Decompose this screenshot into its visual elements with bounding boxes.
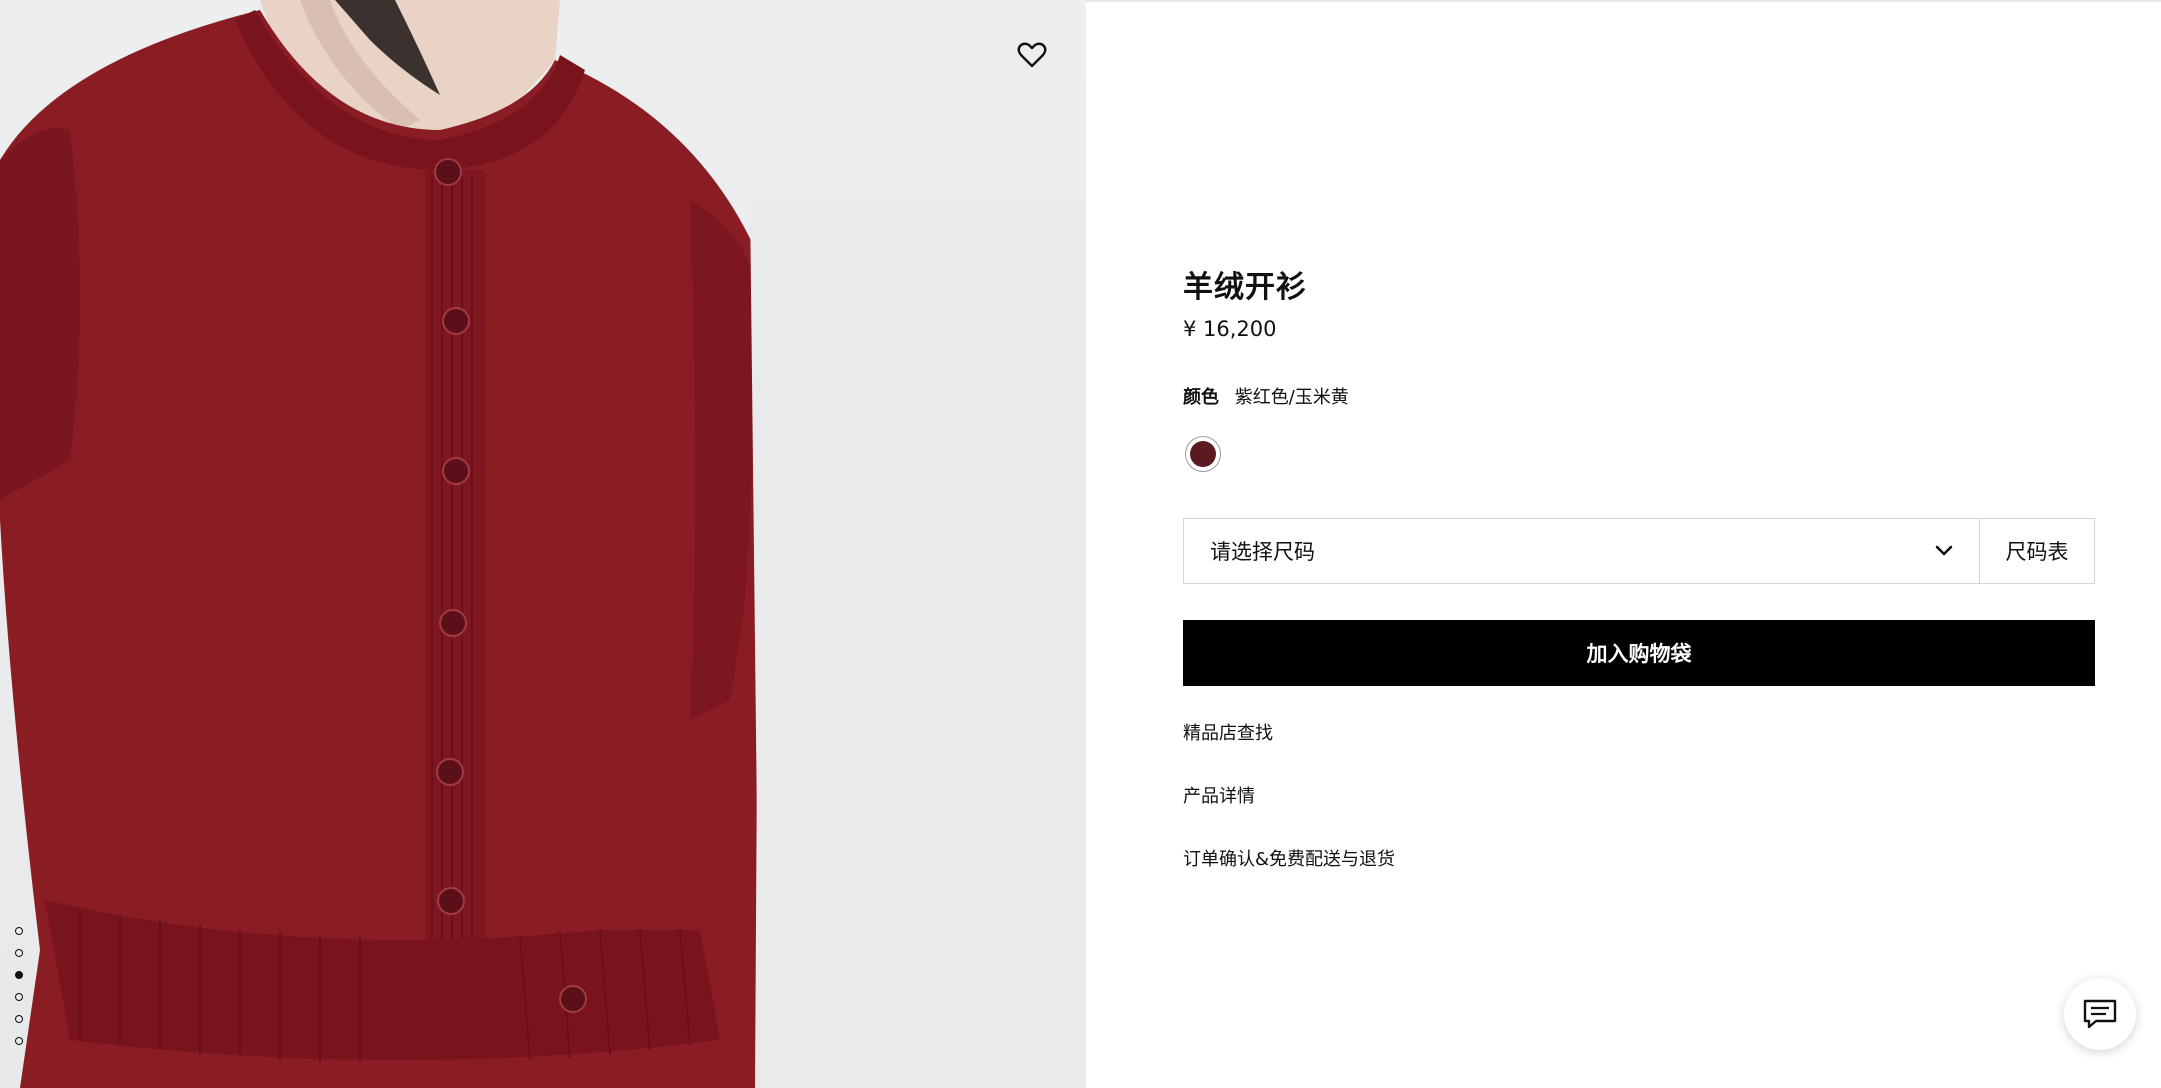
product-info-panel: 羊绒开衫 ¥ 16,200 颜色 紫红色/玉米黄 请选择尺码 尺码表 加入购物袋… <box>1183 0 2095 1088</box>
gallery-pagination <box>15 927 29 1059</box>
color-row: 颜色 紫红色/玉米黄 <box>1183 383 1349 409</box>
product-title: 羊绒开衫 <box>1183 270 1307 305</box>
product-details-link[interactable]: 产品详情 <box>1183 782 1255 808</box>
color-label: 颜色 <box>1183 387 1219 408</box>
size-selector-row: 请选择尺码 尺码表 <box>1183 518 2095 584</box>
wishlist-button[interactable] <box>1012 36 1052 74</box>
product-price: ¥ 16,200 <box>1183 317 1277 341</box>
gallery-dot-4[interactable] <box>15 993 23 1001</box>
heart-icon <box>1017 42 1047 68</box>
chat-icon <box>2083 999 2117 1029</box>
chat-button[interactable] <box>2064 978 2136 1050</box>
color-value: 紫红色/玉米黄 <box>1234 387 1349 408</box>
gallery-dot-1[interactable] <box>15 927 23 935</box>
gallery-dot-2[interactable] <box>15 949 23 957</box>
gallery-dot-3[interactable] <box>15 971 23 979</box>
gallery-dot-5[interactable] <box>15 1015 23 1023</box>
size-guide-button[interactable]: 尺码表 <box>1979 519 2094 583</box>
order-shipping-link[interactable]: 订单确认&免费配送与退货 <box>1183 845 1395 871</box>
product-image-gallery[interactable] <box>0 0 1086 1088</box>
size-select-placeholder: 请选择尺码 <box>1210 540 1315 564</box>
chevron-down-icon <box>1935 545 1953 556</box>
color-swatch <box>1190 441 1216 467</box>
add-to-bag-button[interactable]: 加入购物袋 <box>1183 620 2095 686</box>
gallery-dot-6[interactable] <box>15 1037 23 1045</box>
size-select[interactable]: 请选择尺码 <box>1184 519 1979 583</box>
color-swatch-button[interactable] <box>1185 436 1221 472</box>
store-locator-link[interactable]: 精品店查找 <box>1183 719 1273 745</box>
product-photo <box>0 0 1086 1088</box>
